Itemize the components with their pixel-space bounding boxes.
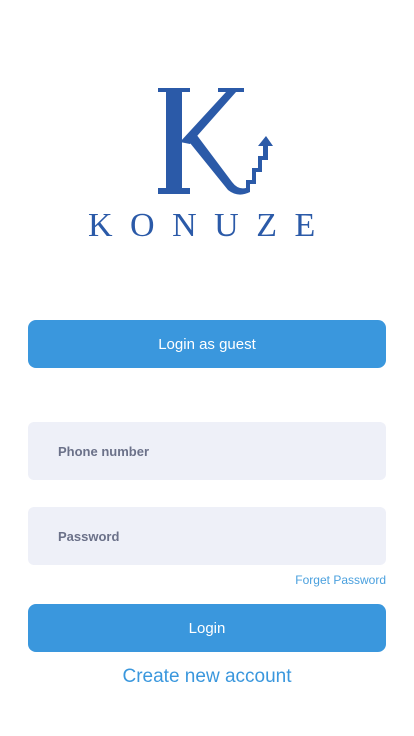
login-button[interactable]: Login bbox=[28, 604, 386, 652]
konuze-k-logo-icon bbox=[158, 88, 273, 195]
phone-number-input[interactable] bbox=[56, 442, 358, 460]
konuze-wordmark: KONUZE bbox=[88, 207, 333, 244]
create-new-account-link[interactable]: Create new account bbox=[0, 666, 414, 688]
login-screen: KONUZE Login as guest Forget Password Lo… bbox=[0, 0, 414, 736]
login-as-guest-button[interactable]: Login as guest bbox=[28, 320, 386, 368]
password-field[interactable] bbox=[28, 507, 386, 565]
konuze-logo: KONUZE bbox=[0, 84, 414, 244]
phone-number-field[interactable] bbox=[28, 422, 386, 480]
password-input[interactable] bbox=[56, 527, 358, 545]
forget-password-link[interactable]: Forget Password bbox=[295, 573, 386, 587]
